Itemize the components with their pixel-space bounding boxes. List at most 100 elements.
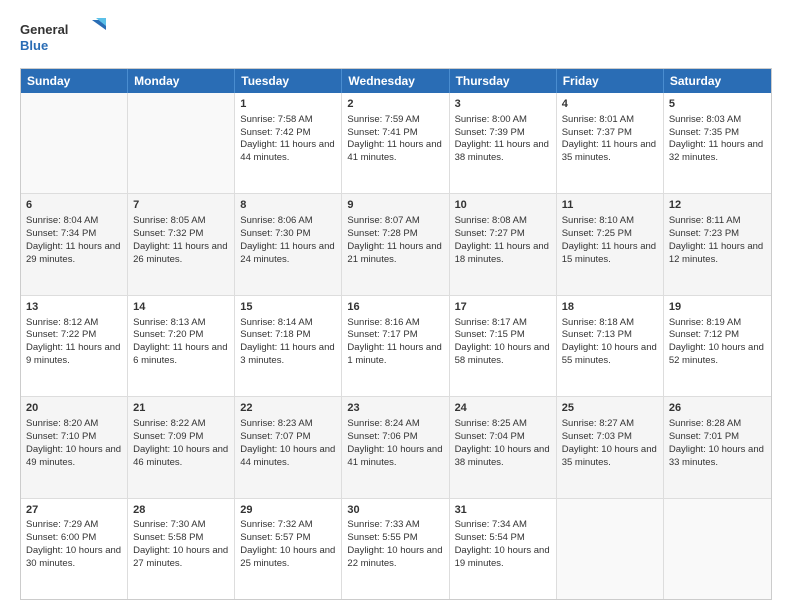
- daylight-text: Daylight: 10 hours and 19 minutes.: [455, 545, 550, 569]
- day-cell-6: 6Sunrise: 8:04 AMSunset: 7:34 PMDaylight…: [21, 194, 128, 294]
- day-cell-28: 28Sunrise: 7:30 AMSunset: 5:58 PMDayligh…: [128, 499, 235, 599]
- daylight-text: Daylight: 10 hours and 35 minutes.: [562, 444, 657, 468]
- day-cell-30: 30Sunrise: 7:33 AMSunset: 5:55 PMDayligh…: [342, 499, 449, 599]
- daylight-text: Daylight: 10 hours and 58 minutes.: [455, 342, 550, 366]
- sunrise-text: Sunrise: 8:13 AM: [133, 317, 205, 328]
- day-number: 1: [240, 97, 336, 112]
- daylight-text: Daylight: 10 hours and 49 minutes.: [26, 444, 121, 468]
- daylight-text: Daylight: 11 hours and 24 minutes.: [240, 241, 334, 265]
- page-header: General Blue: [20, 16, 772, 60]
- day-cell-13: 13 Sunrise: 8:12 AMSunset: 7:22 PM Dayligh…: [21, 296, 128, 396]
- day-number: 6: [26, 198, 122, 213]
- sunset-text: Sunset: 7:13 PM: [562, 329, 632, 340]
- sunrise-text: Sunrise: 8:06 AM: [240, 215, 312, 226]
- day-cell-12: 12Sunrise: 8:11 AMSunset: 7:23 PMDayligh…: [664, 194, 771, 294]
- sunrise-text: Sunrise: 8:27 AM: [562, 418, 634, 429]
- day-cell-3: 3Sunrise: 8:00 AMSunset: 7:39 PMDaylight…: [450, 93, 557, 193]
- day-number: 14: [133, 300, 229, 315]
- sunrise-text: Sunrise: 8:17 AM: [455, 317, 527, 328]
- logo: General Blue: [20, 16, 110, 60]
- day-number: 13: [26, 300, 122, 315]
- day-cell-18: 18Sunrise: 8:18 AMSunset: 7:13 PMDayligh…: [557, 296, 664, 396]
- sunset-text: Sunset: 7:27 PM: [455, 228, 525, 239]
- day-cell-22: 22Sunrise: 8:23 AMSunset: 7:07 PMDayligh…: [235, 397, 342, 497]
- day-number: 16: [347, 300, 443, 315]
- sunset-text: Sunset: 7:06 PM: [347, 431, 417, 442]
- day-cell-2: 2Sunrise: 7:59 AMSunset: 7:41 PMDaylight…: [342, 93, 449, 193]
- daylight-text: Daylight: 10 hours and 27 minutes.: [133, 545, 228, 569]
- day-cell-4: 4Sunrise: 8:01 AMSunset: 7:37 PMDaylight…: [557, 93, 664, 193]
- sunrise-text: Sunrise: 8:19 AM: [669, 317, 741, 328]
- svg-text:Blue: Blue: [20, 38, 48, 53]
- sunrise-text: Sunrise: 8:10 AM: [562, 215, 634, 226]
- weekday-header-tuesday: Tuesday: [235, 69, 342, 93]
- day-number: 12: [669, 198, 766, 213]
- day-number: 7: [133, 198, 229, 213]
- day-number: 18: [562, 300, 658, 315]
- day-cell-10: 10Sunrise: 8:08 AMSunset: 7:27 PMDayligh…: [450, 194, 557, 294]
- sunrise-text: Sunrise: 8:11 AM: [669, 215, 741, 226]
- calendar-row-4: 27Sunrise: 7:29 AMSunset: 6:00 PMDayligh…: [21, 499, 771, 599]
- day-cell-24: 24Sunrise: 8:25 AMSunset: 7:04 PMDayligh…: [450, 397, 557, 497]
- daylight-text: Daylight: 10 hours and 22 minutes.: [347, 545, 442, 569]
- daylight-text: Daylight: 11 hours and 9 minutes.: [26, 342, 120, 366]
- weekday-header-thursday: Thursday: [450, 69, 557, 93]
- empty-cell: [21, 93, 128, 193]
- day-number: 29: [240, 503, 336, 518]
- day-cell-11: 11Sunrise: 8:10 AMSunset: 7:25 PMDayligh…: [557, 194, 664, 294]
- sunset-text: Sunset: 7:34 PM: [26, 228, 96, 239]
- daylight-text: Daylight: 11 hours and 6 minutes.: [133, 342, 227, 366]
- daylight-text: Daylight: 11 hours and 38 minutes.: [455, 139, 549, 163]
- sunrise-text: Sunrise: 7:59 AM: [347, 114, 419, 125]
- sunrise-text: Sunrise: 7:32 AM: [240, 519, 312, 530]
- sunset-text: Sunset: 7:17 PM: [347, 329, 417, 340]
- calendar: SundayMondayTuesdayWednesdayThursdayFrid…: [20, 68, 772, 600]
- logo-svg: General Blue: [20, 16, 110, 60]
- sunrise-text: Sunrise: 8:04 AM: [26, 215, 98, 226]
- sunset-text: Sunset: 7:37 PM: [562, 127, 632, 138]
- day-number: 21: [133, 401, 229, 416]
- daylight-text: Daylight: 11 hours and 41 minutes.: [347, 139, 441, 163]
- day-cell-31: 31Sunrise: 7:34 AMSunset: 5:54 PMDayligh…: [450, 499, 557, 599]
- daylight-text: Daylight: 11 hours and 21 minutes.: [347, 241, 441, 265]
- day-cell-15: 15Sunrise: 8:14 AMSunset: 7:18 PMDayligh…: [235, 296, 342, 396]
- day-number: 27: [26, 503, 122, 518]
- day-cell-27: 27Sunrise: 7:29 AMSunset: 6:00 PMDayligh…: [21, 499, 128, 599]
- daylight-text: Daylight: 11 hours and 26 minutes.: [133, 241, 227, 265]
- calendar-page: General Blue SundayMondayTuesdayWednesda…: [0, 0, 792, 612]
- sunrise-text: Sunrise: 8:12 AM: [26, 317, 98, 328]
- day-cell-17: 17Sunrise: 8:17 AMSunset: 7:15 PMDayligh…: [450, 296, 557, 396]
- sunset-text: Sunset: 7:09 PM: [133, 431, 203, 442]
- day-cell-21: 21Sunrise: 8:22 AMSunset: 7:09 PMDayligh…: [128, 397, 235, 497]
- day-number: 11: [562, 198, 658, 213]
- daylight-text: Daylight: 10 hours and 46 minutes.: [133, 444, 228, 468]
- sunset-text: Sunset: 7:10 PM: [26, 431, 96, 442]
- sunset-text: Sunset: 7:28 PM: [347, 228, 417, 239]
- empty-cell: [128, 93, 235, 193]
- day-number: 23: [347, 401, 443, 416]
- svg-text:General: General: [20, 22, 68, 37]
- daylight-text: Daylight: 11 hours and 12 minutes.: [669, 241, 763, 265]
- daylight-text: Daylight: 10 hours and 52 minutes.: [669, 342, 764, 366]
- sunset-text: Sunset: 7:22 PM: [26, 329, 96, 340]
- sunset-text: Sunset: 7:18 PM: [240, 329, 310, 340]
- day-number: 20: [26, 401, 122, 416]
- day-cell-8: 8Sunrise: 8:06 AMSunset: 7:30 PMDaylight…: [235, 194, 342, 294]
- day-number: 31: [455, 503, 551, 518]
- daylight-text: Daylight: 11 hours and 44 minutes.: [240, 139, 334, 163]
- calendar-body: 1Sunrise: 7:58 AMSunset: 7:42 PMDaylight…: [21, 93, 771, 599]
- sunrise-text: Sunrise: 8:05 AM: [133, 215, 205, 226]
- daylight-text: Daylight: 10 hours and 41 minutes.: [347, 444, 442, 468]
- day-number: 26: [669, 401, 766, 416]
- sunrise-text: Sunrise: 8:24 AM: [347, 418, 419, 429]
- day-number: 19: [669, 300, 766, 315]
- empty-cell: [664, 499, 771, 599]
- daylight-text: Daylight: 10 hours and 44 minutes.: [240, 444, 335, 468]
- sunrise-text: Sunrise: 8:00 AM: [455, 114, 527, 125]
- day-number: 17: [455, 300, 551, 315]
- sunset-text: Sunset: 7:35 PM: [669, 127, 739, 138]
- sunrise-text: Sunrise: 8:14 AM: [240, 317, 312, 328]
- sunrise-text: Sunrise: 7:29 AM: [26, 519, 98, 530]
- day-number: 3: [455, 97, 551, 112]
- sunrise-text: Sunrise: 7:33 AM: [347, 519, 419, 530]
